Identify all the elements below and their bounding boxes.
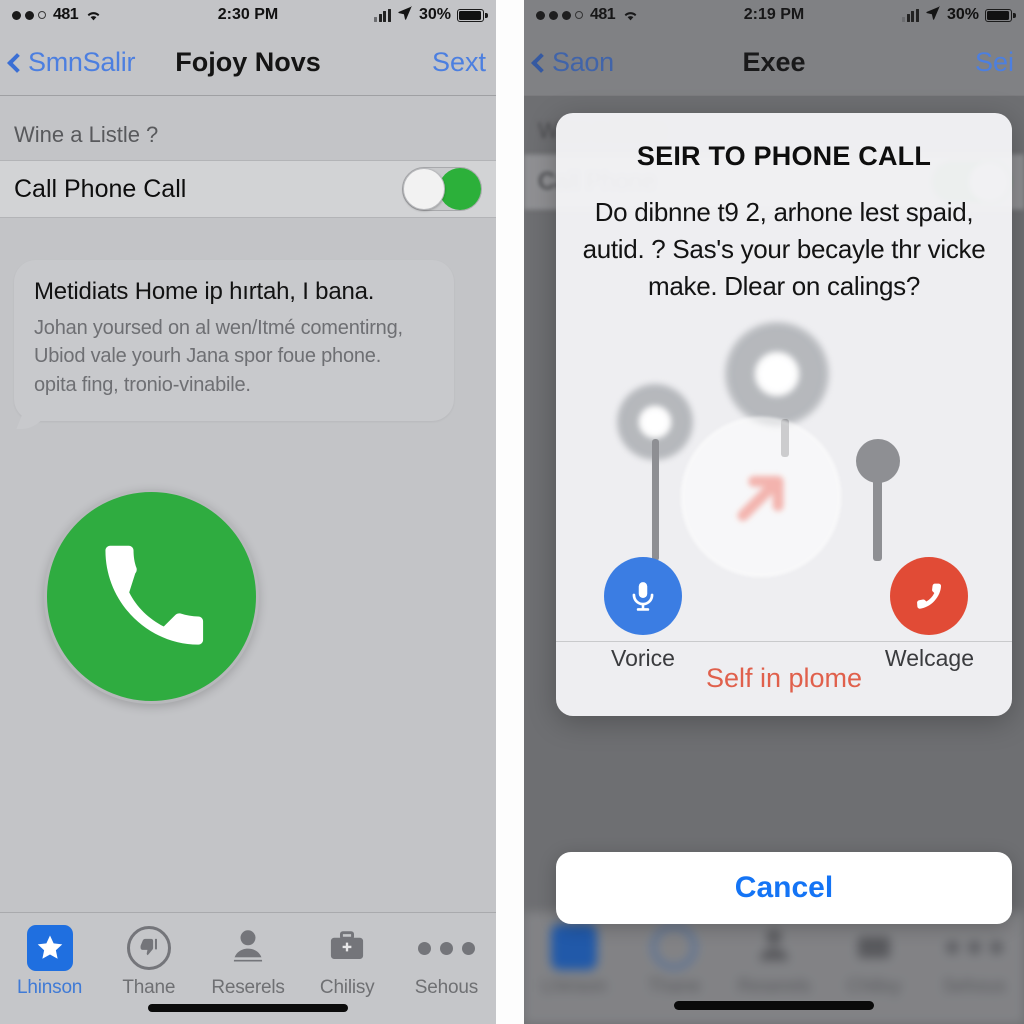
dual-screenshot-stage: 481 2:30 PM 30% SmnSalir Fojoy Novs Sext… (0, 0, 1024, 1024)
pin-icon (724, 320, 830, 427)
action-label: Vorice (611, 644, 675, 671)
dialog-header: SEIR TO PHONE CALL (556, 113, 1012, 178)
message-bubble-wrap: Metidiats Home ip hırtah, I bana. Johan … (0, 218, 496, 422)
briefcase-first-aid-icon (328, 925, 366, 971)
dialog-title: SEIR TO PHONE CALL (636, 141, 932, 171)
signal-dots-icon (12, 10, 46, 20)
carrier-label: 481 (53, 6, 79, 23)
action-sheet-dialog: SEIR TO PHONE CALL Do dibnne t9 2, arhon… (556, 113, 1012, 716)
tab-label: Lhinson (17, 977, 83, 998)
location-arrow-icon (397, 5, 413, 26)
share-halo (681, 416, 841, 577)
chevron-left-icon (7, 52, 27, 73)
home-indicator (674, 1001, 874, 1010)
microphone-icon (604, 556, 682, 635)
dialog-graphic: Vorice Welcage (556, 311, 1012, 671)
location-arrow-icon (925, 5, 941, 26)
dialog-message: Do dibnne t9 2, arhone lest spaid, autid… (556, 178, 1012, 311)
battery-icon (985, 8, 1016, 22)
tab-sehous[interactable]: Sehous (397, 925, 496, 999)
message-bubble: Metidiats Home ip hırtah, I bana. Johan … (14, 260, 454, 422)
back-button-label: SmnSalir (28, 47, 136, 77)
tab-reserels[interactable]: Reserels (198, 925, 297, 999)
tab-label: Sehous (414, 977, 479, 998)
home-indicator (148, 1004, 348, 1012)
status-left-group: 481 (12, 6, 102, 24)
dialog-message-line-2: autid. ? Sas's your becayle thr vicke (582, 233, 986, 264)
action-vorice[interactable]: Vorice (604, 556, 682, 672)
bubble-line-3: opita fing, tronio-vinabile. (34, 373, 251, 396)
nav-action-button[interactable]: Sei (975, 47, 1014, 78)
call-button-zone (0, 421, 496, 705)
setting-row-call-phone-call[interactable]: Call Phone Call (0, 160, 496, 218)
phone-handset-icon (104, 545, 203, 645)
right-phone-screen: 481 2:19 PM 30% Saon Exee Sei Lhinson Th… (524, 0, 1024, 1024)
back-button[interactable]: SmnSalir (7, 47, 136, 78)
call-phone-call-toggle[interactable] (402, 167, 482, 211)
cellular-bars-icon (374, 8, 391, 22)
action-welcage[interactable]: Welcage (884, 556, 974, 672)
tab-chilisy[interactable]: Chilisy (298, 925, 397, 999)
left-phone-screen: 481 2:30 PM 30% SmnSalir Fojoy Novs Sext… (0, 0, 496, 1024)
thumbs-down-circle-icon (126, 925, 171, 971)
status-right-group: 30% (374, 5, 488, 26)
setting-row-label: Call Phone Call (14, 174, 187, 203)
pin-stem (873, 478, 882, 561)
battery-icon (457, 8, 488, 22)
dialog-message-line-3: make. Dlear on calings? (647, 270, 921, 301)
arrow-up-right-icon (737, 475, 784, 521)
tab-label: Thane (122, 977, 176, 998)
left-status-bar: 481 2:30 PM 30% (0, 0, 496, 30)
section-header: Wine a Listle ? (14, 122, 159, 147)
call-button[interactable] (44, 489, 259, 705)
pin-stem (652, 438, 659, 561)
tab-lhinson[interactable]: Lhinson (0, 925, 99, 999)
cellular-bars-icon (902, 8, 919, 22)
bubble-title: Metidiats Home ip hırtah, I bana. (34, 278, 375, 305)
end-call-icon (890, 556, 969, 635)
bubble-line-1: Johan yoursed on al wen/Itmé comentirng, (34, 317, 403, 339)
nav-action-button[interactable]: Sext (432, 47, 486, 78)
action-label: Welcage (884, 644, 974, 671)
star-icon (26, 925, 73, 971)
toggle-track-fill (439, 168, 481, 210)
tab-thane[interactable]: Thane (99, 925, 198, 999)
battery-percent-label: 30% (418, 6, 451, 23)
more-dots-icon (417, 925, 475, 971)
tab-label: Reserels (211, 977, 285, 998)
cancel-button[interactable]: Cancel (556, 852, 1012, 924)
battery-percent-label: 30% (946, 6, 979, 23)
left-tab-bar: Lhinson Thane Reserels Chilisy Sehous (0, 912, 496, 1024)
toggle-knob (403, 168, 445, 210)
wifi-icon (85, 9, 102, 22)
left-nav-bar: SmnSalir Fojoy Novs Sext (0, 30, 496, 96)
bubble-line-2: Ubiod vale yourh Jana spor foue phone. (34, 345, 382, 368)
dialog-message-line-1: Do dibnne t9 2, arhone lest spaid, (594, 197, 974, 227)
tab-label: Chilisy (319, 977, 375, 998)
panel-divider (496, 0, 524, 1024)
person-icon (230, 925, 266, 971)
status-right-group: 30% (902, 5, 1016, 26)
pin-head-icon (856, 438, 900, 483)
